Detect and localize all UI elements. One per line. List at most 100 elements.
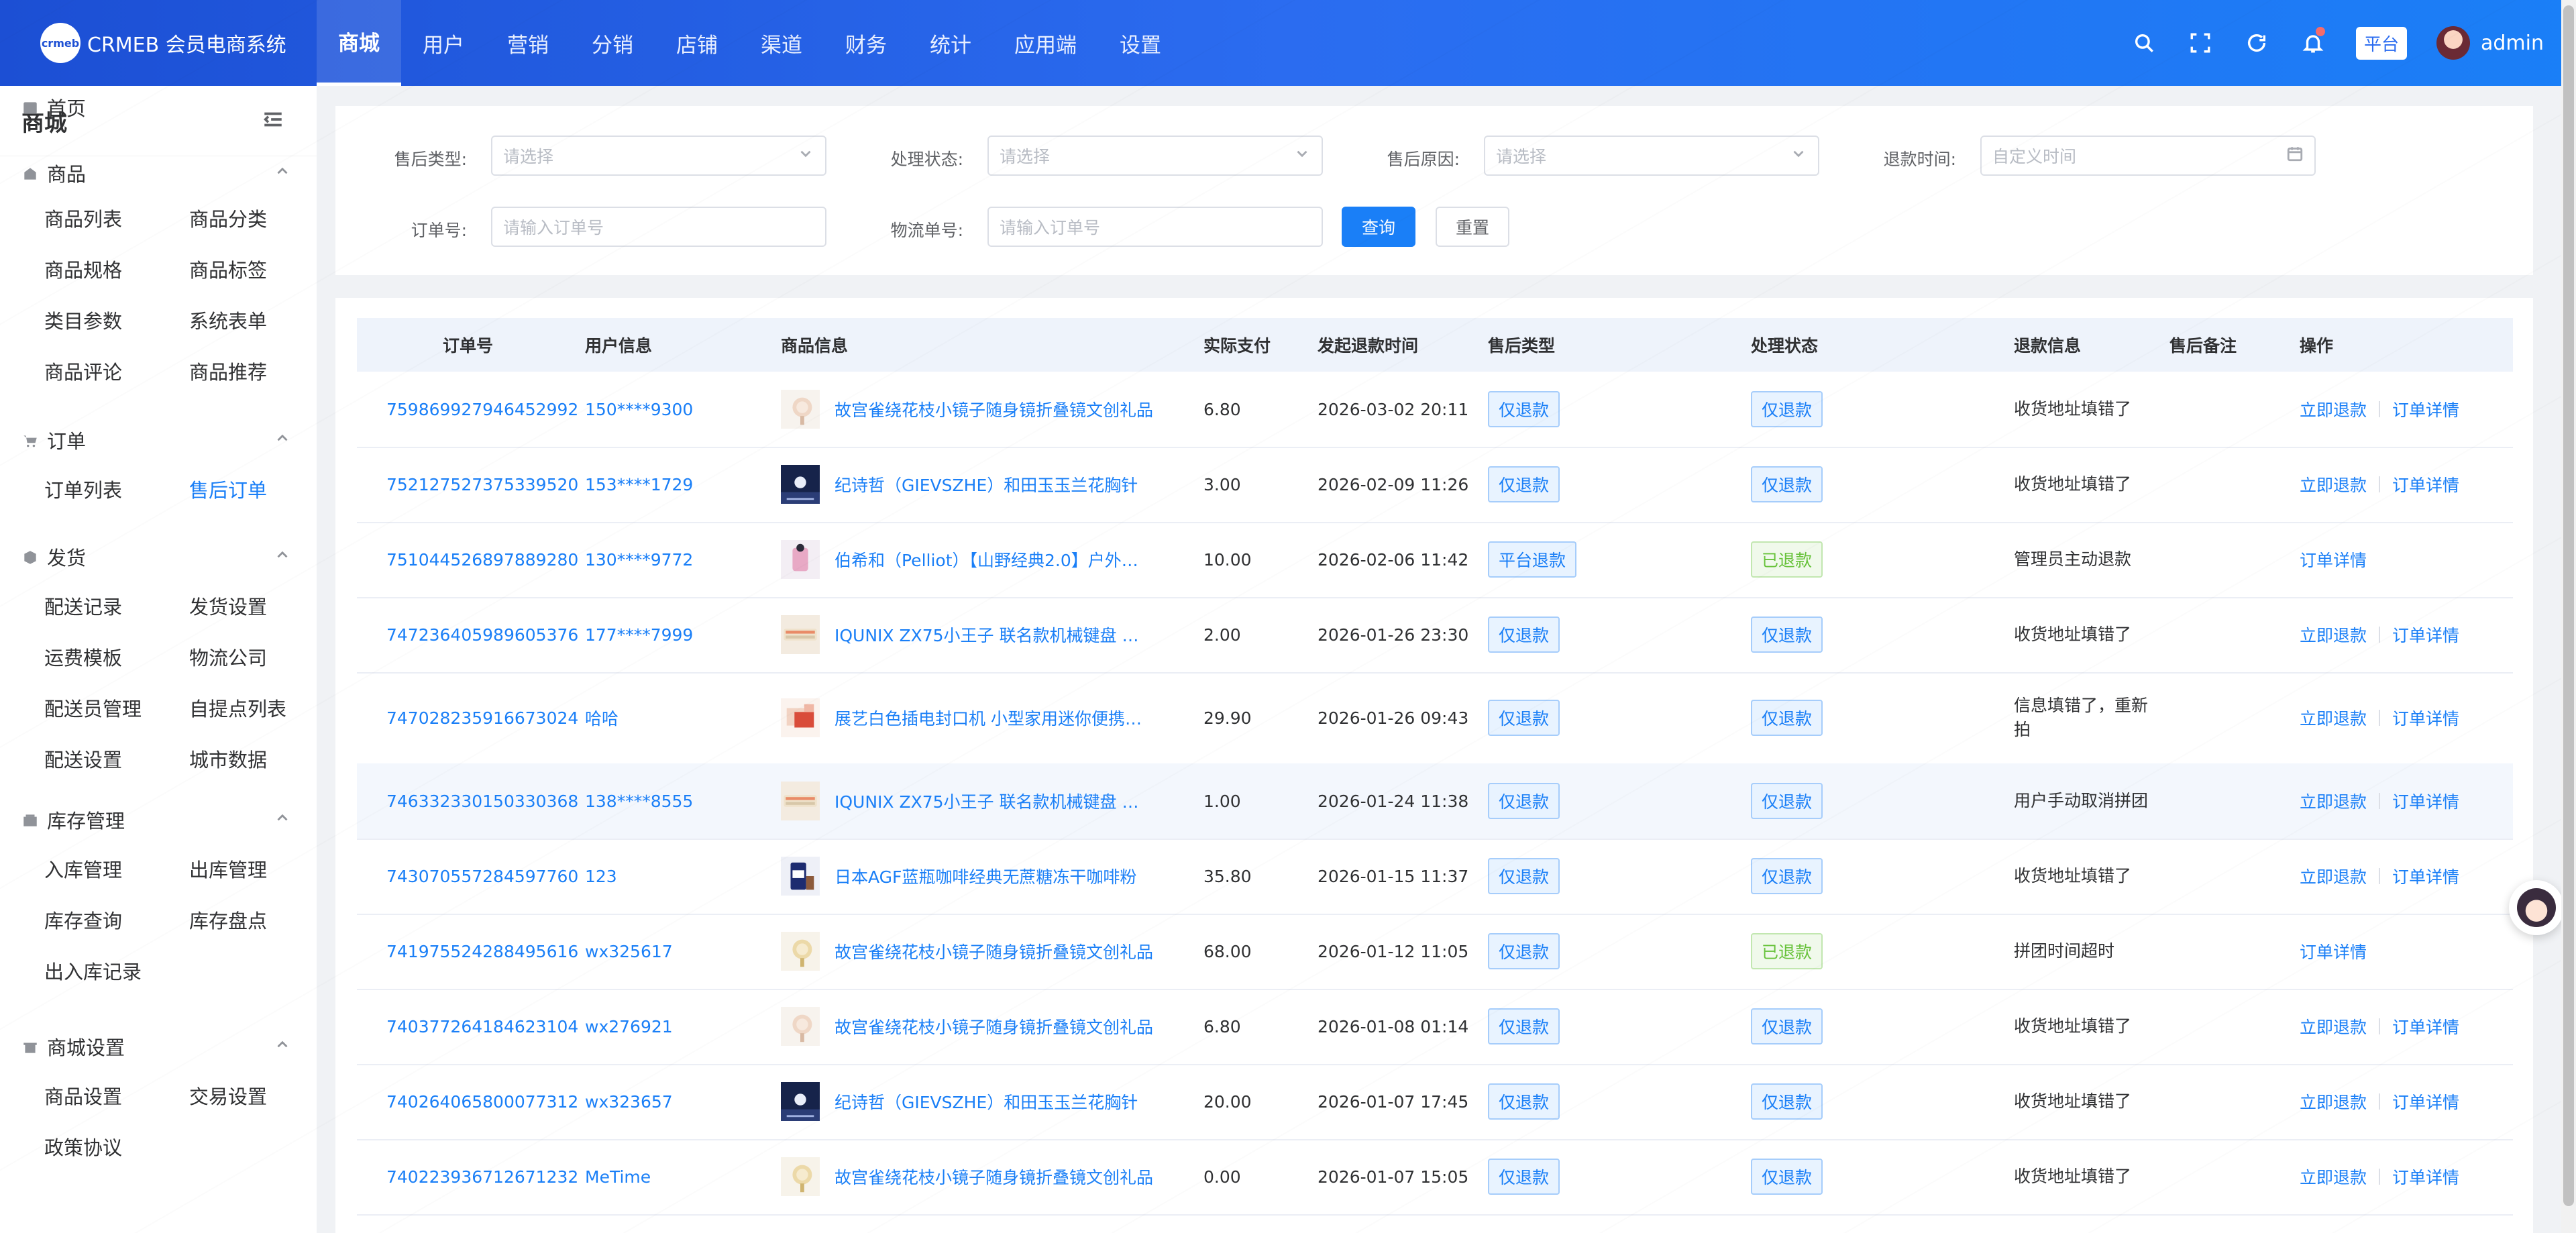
table-row[interactable]: 740377264184623104 wx276921 故宫雀绕花枝小镜子随身镜折叠… [357,989,2513,1065]
table-row[interactable]: 759869927946452992 150****9300 故宫雀绕花枝小镜子随身… [357,372,2513,448]
order-number-link[interactable]: 740264065800077312 [386,1064,582,1139]
customer-service-avatar[interactable] [2509,880,2564,935]
sidebar-group-header[interactable]: 发货 [0,537,317,577]
table-row[interactable]: 746332330150330368 138****8555 IQUNIX ZX75… [357,763,2513,840]
order-detail-link[interactable]: 订单详情 [2392,1165,2459,1189]
order-detail-link[interactable]: 订单详情 [2392,623,2459,647]
refresh-icon[interactable] [2243,30,2270,56]
sidebar-group-header[interactable]: 订单 [0,420,317,460]
order-detail-link[interactable]: 订单详情 [2392,789,2459,813]
order-number-link[interactable]: 743070557284597760 [386,839,582,914]
order-number-link[interactable]: 741975524288495616 [386,914,582,989]
user-info-link[interactable]: wx276921 [585,989,777,1064]
user-info-link[interactable]: 177****7999 [585,597,777,672]
product-name-link[interactable]: 故宫雀绕花枝小镜子随身镜折叠镜文创礼品 [835,939,1154,963]
order-number-link[interactable]: 747236405989605376 [386,597,582,672]
order-detail-link[interactable]: 订单详情 [2392,1014,2459,1038]
sidebar-group-header[interactable]: 商城设置 [0,1026,317,1067]
product-name-link[interactable]: 纪诗哲（GIEVSZHE）和田玉玉兰花胸针 [835,472,1154,496]
order-detail-link[interactable]: 订单详情 [2300,547,2367,572]
status-select[interactable]: 请选择 [987,136,1323,176]
sidebar-item[interactable]: 类目参数 [44,306,122,334]
product-thumbnail[interactable] [781,1082,820,1121]
user-info-link[interactable]: 138****8555 [585,763,777,839]
user-info-link[interactable]: MeTime [585,1139,777,1214]
sidebar-item[interactable]: 配送员管理 [44,694,142,722]
sidebar-item[interactable]: 出库管理 [189,855,267,883]
order-detail-link[interactable]: 订单详情 [2392,706,2459,730]
sidebar-item[interactable]: 商品规格 [44,255,122,283]
table-row[interactable]: 747028235916673024 哈哈 展艺白色插电封口机 小型家用迷你便携式封… [357,672,2513,765]
order-detail-link[interactable]: 订单详情 [2392,397,2459,421]
order-no-input[interactable]: 请输入订单号 [491,207,826,247]
product-name-link[interactable]: 纪诗哲（GIEVSZHE）和田玉玉兰花胸针 [835,1089,1154,1114]
order-detail-link[interactable]: 订单详情 [2392,1089,2459,1114]
sidebar-item[interactable]: 政策协议 [44,1132,122,1161]
product-thumbnail[interactable] [781,1157,820,1196]
sidebar-group-header[interactable]: 商品 [0,153,317,193]
topnav-item[interactable]: 设置 [1098,0,1183,86]
order-number-link[interactable]: 751044526897889280 [386,522,582,597]
order-number-link[interactable]: 759869927946452992 [386,372,582,447]
sidebar-item[interactable]: 交易设置 [189,1081,267,1110]
table-row[interactable]: 751044526897889280 130****9772 伯希和（Pelliot… [357,522,2513,598]
user-info-link[interactable]: wx325617 [585,914,777,989]
user-info-link[interactable]: 哈哈 [585,672,777,763]
order-number-link[interactable]: 740377264184623104 [386,989,582,1064]
user-info-link[interactable]: 150****9300 [585,372,777,447]
order-number-link[interactable]: 740223936712671232 [386,1139,582,1214]
product-thumbnail[interactable] [781,1007,820,1046]
product-name-link[interactable]: IQUNIX ZX75小王子 联名款机械键盘 三模 [835,623,1154,647]
fullscreen-icon[interactable] [2187,30,2214,56]
topnav-item[interactable]: 财务 [824,0,908,86]
sidebar-item[interactable]: 库存查询 [44,906,122,934]
user-info-link[interactable]: 130****9772 [585,522,777,597]
sidebar-item[interactable]: 自提点列表 [189,694,286,722]
topnav-item[interactable]: 分销 [570,0,655,86]
product-name-link[interactable]: 故宫雀绕花枝小镜子随身镜折叠镜文创礼品 [835,397,1154,421]
aftersale-type-select[interactable]: 请选择 [491,136,826,176]
sidebar-item[interactable]: 系统表单 [189,306,267,334]
order-detail-link[interactable]: 订单详情 [2300,939,2367,963]
sidebar-item[interactable]: 库存盘点 [189,906,267,934]
product-thumbnail[interactable] [781,782,820,820]
query-button[interactable]: 查询 [1342,207,1415,247]
reset-button[interactable]: 重置 [1436,207,1509,247]
product-name-link[interactable]: 日本AGF蓝瓶咖啡经典无蔗糖冻干咖啡粉 [835,864,1154,888]
topnav-item[interactable]: 营销 [486,0,570,86]
table-row[interactable]: 741975524288495616 wx325617 故宫雀绕花枝小镜子随身镜折叠… [357,914,2513,990]
product-thumbnail[interactable] [781,698,820,737]
bell-icon[interactable] [2300,27,2326,56]
product-thumbnail[interactable] [781,390,820,429]
sidebar-item[interactable]: 配送记录 [44,592,122,620]
logistics-no-input[interactable]: 请输入订单号 [987,207,1323,247]
topnav-item[interactable]: 渠道 [739,0,824,86]
user-menu[interactable]: admin [2436,26,2544,60]
sidebar-item[interactable]: 商品标签 [189,255,267,283]
refund-now-link[interactable]: 立即退款 [2300,397,2367,421]
reason-select[interactable]: 请选择 [1484,136,1819,176]
table-row[interactable]: 743070557284597760 123 日本AGF蓝瓶咖啡经典无蔗糖冻干咖啡粉… [357,839,2513,915]
sidebar-item[interactable]: 商品分类 [189,204,267,232]
refund-now-link[interactable]: 立即退款 [2300,1165,2367,1189]
sidebar-item[interactable]: 商品设置 [44,1081,122,1110]
sidebar-item[interactable]: 发货设置 [189,592,267,620]
sidebar-item[interactable]: 商品推荐 [189,357,267,385]
refund-now-link[interactable]: 立即退款 [2300,789,2367,813]
topnav-item[interactable]: 用户 [401,0,486,86]
product-name-link[interactable]: 伯希和（Pelliot）【山野经典2.0】户外冲锋衣 [835,547,1154,572]
table-row[interactable]: 740223936712671232 MeTime 故宫雀绕花枝小镜子随身镜折叠镜文… [357,1139,2513,1216]
refund-now-link[interactable]: 立即退款 [2300,1089,2367,1114]
sidebar-item[interactable]: 商品评论 [44,357,122,385]
app-logo[interactable]: crmeb CRMEB 会员电商系统 [0,0,317,86]
sidebar-item[interactable]: 订单列表 [44,475,122,503]
refund-time-picker[interactable]: 自定义时间 [1980,136,2316,176]
scroll-thumb[interactable] [2563,5,2574,1206]
sidebar-item[interactable]: 出入库记录 [44,957,142,985]
table-row[interactable]: 747236405989605376 177****7999 IQUNIX ZX75… [357,597,2513,674]
sidebar-item[interactable]: 商品列表 [44,204,122,232]
order-detail-link[interactable]: 订单详情 [2392,472,2459,496]
product-thumbnail[interactable] [781,540,820,579]
user-info-link[interactable]: wx323657 [585,1064,777,1139]
table-row[interactable]: 740264065800077312 wx323657 纪诗哲（GIEVSZHE）和… [357,1064,2513,1140]
